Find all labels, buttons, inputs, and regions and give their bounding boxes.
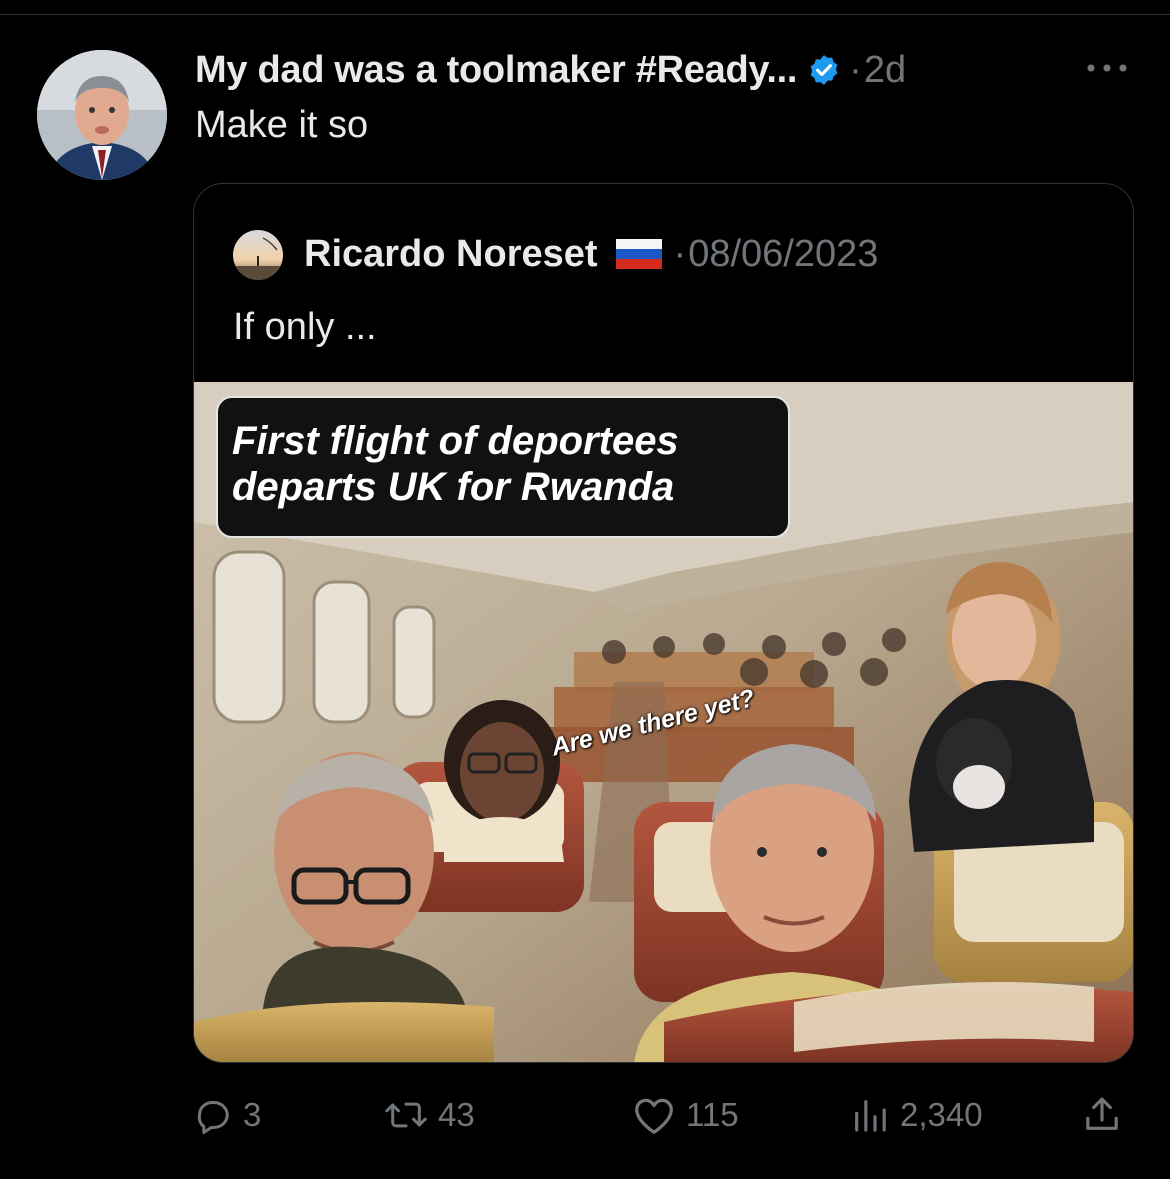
views-icon bbox=[850, 1095, 890, 1135]
post: My dad was a toolmaker #Ready... · 2d Ma… bbox=[0, 0, 1170, 1179]
quoted-post[interactable]: Ricardo Noreset · 08/06/2023 If only ... bbox=[193, 183, 1134, 1063]
like-icon bbox=[632, 1095, 676, 1135]
share-button[interactable] bbox=[1082, 1090, 1122, 1140]
views-count: 2,340 bbox=[900, 1096, 983, 1133]
post-header: My dad was a toolmaker #Ready... · 2d bbox=[195, 44, 906, 96]
russia-flag-icon bbox=[615, 239, 662, 269]
quoted-text: If only ... bbox=[233, 306, 377, 348]
quoted-separator: · bbox=[673, 232, 687, 275]
quoted-header: Ricardo Noreset · 08/06/2023 bbox=[304, 226, 878, 282]
author-avatar[interactable] bbox=[37, 50, 167, 180]
quoted-author-avatar[interactable] bbox=[233, 230, 283, 280]
quoted-date[interactable]: 08/06/2023 bbox=[688, 233, 878, 276]
verified-badge-icon[interactable] bbox=[807, 53, 841, 87]
meme-caption-box: First flight of deportees departs UK for… bbox=[216, 396, 790, 538]
quoted-author-name[interactable]: Ricardo Noreset bbox=[304, 233, 598, 276]
views-button[interactable]: 2,340 bbox=[850, 1090, 983, 1140]
share-icon bbox=[1082, 1095, 1122, 1135]
repost-button[interactable]: 43 bbox=[384, 1090, 475, 1140]
repost-icon bbox=[384, 1095, 428, 1135]
author-name[interactable]: My dad was a toolmaker #Ready... bbox=[195, 49, 797, 92]
header-separator: · bbox=[849, 48, 862, 91]
repost-count: 43 bbox=[438, 1096, 475, 1133]
meme-caption-line1: First flight of deportees bbox=[232, 419, 679, 463]
meme-image[interactable]: First flight of deportees departs UK for… bbox=[194, 382, 1133, 1062]
reply-icon bbox=[193, 1095, 233, 1135]
post-time[interactable]: 2d bbox=[864, 49, 906, 92]
like-button[interactable]: 115 bbox=[632, 1090, 739, 1140]
post-text: Make it so bbox=[195, 104, 369, 146]
reply-button[interactable]: 3 bbox=[193, 1090, 261, 1140]
reply-count: 3 bbox=[243, 1096, 262, 1133]
like-count: 115 bbox=[686, 1096, 739, 1133]
meme-caption-line2: departs UK for Rwanda bbox=[232, 465, 675, 509]
action-bar: 3 43 115 2,340 bbox=[0, 1090, 1170, 1140]
more-icon[interactable] bbox=[1083, 58, 1131, 78]
